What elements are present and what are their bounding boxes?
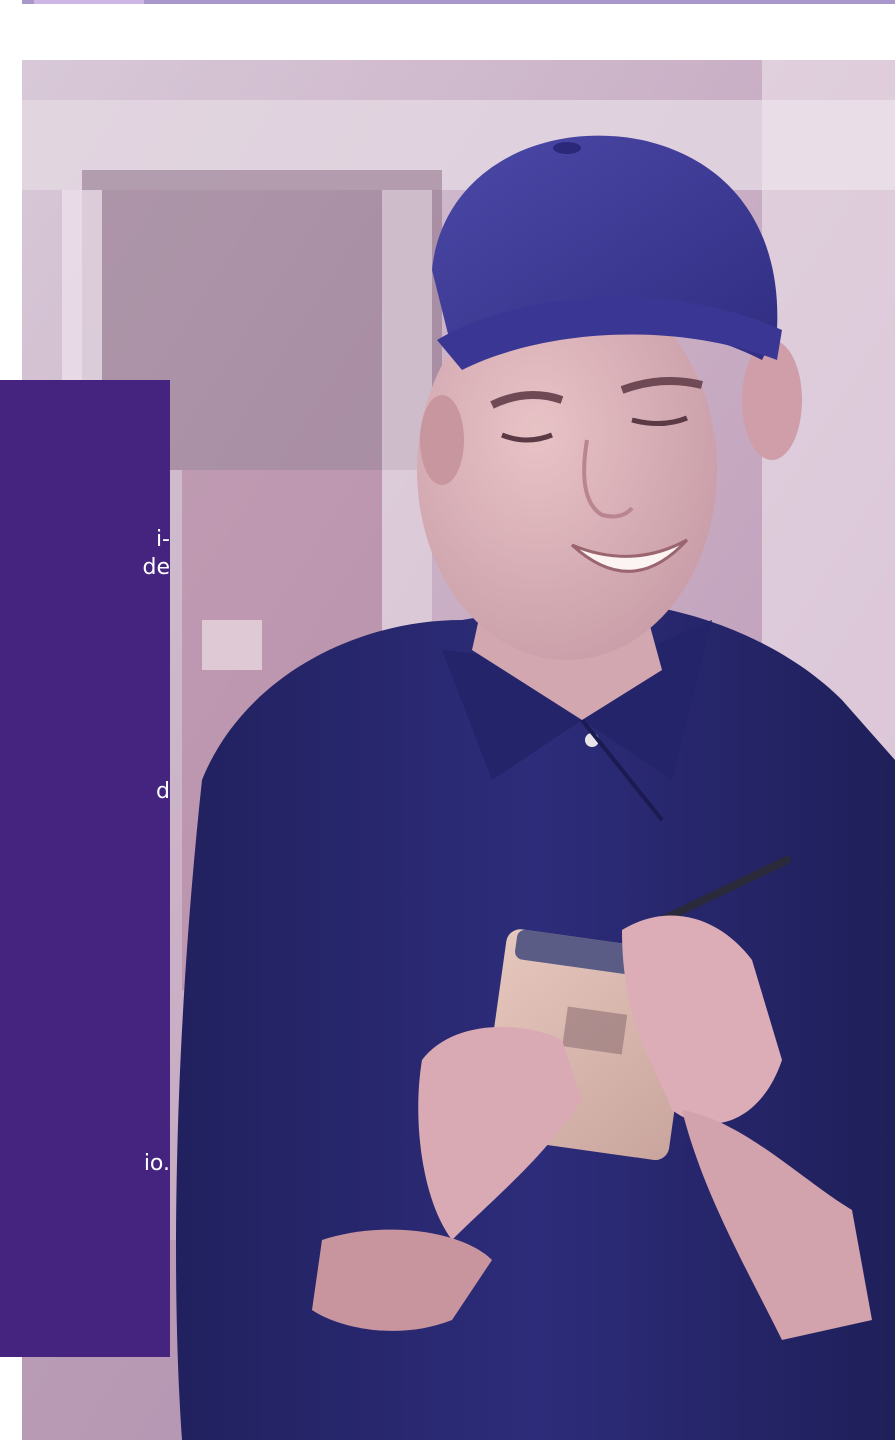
panel-text-fragment-2: de: [142, 555, 171, 580]
top-divider: [22, 0, 895, 4]
panel-text-fragment-3: d: [156, 779, 170, 804]
panel-text-fragment-4: io.: [143, 1151, 170, 1176]
info-panel: i- de d io.: [0, 380, 170, 1357]
top-accent-bar: [34, 0, 144, 4]
page: i- de d io.: [0, 0, 895, 1440]
panel-text-fragment-1: i-: [155, 527, 170, 552]
